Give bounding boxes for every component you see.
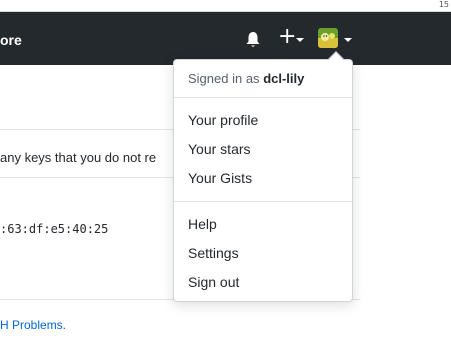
menu-item-your-stars[interactable]: Your stars xyxy=(188,141,251,157)
user-dropdown-menu: Signed in as dcl-lily Your profile Your … xyxy=(173,51,353,302)
ssh-problems-link[interactable]: H Problems. xyxy=(0,318,66,332)
chevron-down-icon[interactable] xyxy=(344,38,352,42)
warning-text: any keys that you do not re xyxy=(0,150,157,165)
site-header: ore + xyxy=(0,12,451,65)
nav-more-link[interactable]: ore xyxy=(0,32,22,48)
avatar[interactable] xyxy=(318,28,338,48)
dropdown-divider xyxy=(174,97,352,98)
username: dcl-lily xyxy=(263,71,305,86)
dropdown-divider xyxy=(174,201,352,202)
chevron-down-icon[interactable] xyxy=(296,38,304,42)
bell-icon[interactable] xyxy=(245,31,261,49)
browser-top-strip: 15 xyxy=(0,0,451,12)
signed-in-label: Signed in as xyxy=(188,71,260,86)
signed-in-header: Signed in as dcl-lily xyxy=(188,71,304,86)
menu-item-help[interactable]: Help xyxy=(188,216,217,232)
menu-item-sign-out[interactable]: Sign out xyxy=(188,274,239,290)
menu-item-your-gists[interactable]: Your Gists xyxy=(188,170,252,186)
dropdown-arrow-inner xyxy=(329,53,343,60)
menu-item-your-profile[interactable]: Your profile xyxy=(188,112,258,128)
plus-icon[interactable]: + xyxy=(278,26,296,48)
top-strip-text: 15 xyxy=(438,0,449,9)
menu-item-settings[interactable]: Settings xyxy=(188,245,239,261)
key-fingerprint: :63:df:e5:40:25 xyxy=(0,222,109,236)
